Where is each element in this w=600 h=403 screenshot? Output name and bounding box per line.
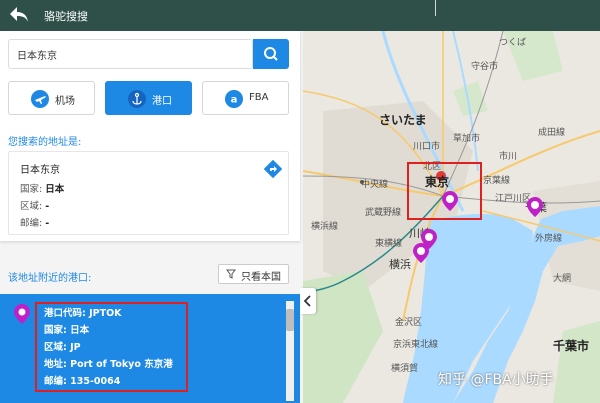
port-region-line: 区域: JP <box>44 339 81 353</box>
search-input[interactable] <box>8 39 253 69</box>
search-card: 机场 港口 a FBA 您搜索的地址是: 日本东京 国家: 日本 <box>0 31 300 241</box>
port-postcode-label: 邮编: <box>44 376 67 387</box>
address-region-line: 区域: - <box>20 198 49 212</box>
map-label-kanazawa: 金沢区 <box>395 318 423 328</box>
address-name: 日本东京 <box>20 165 60 176</box>
app-title: 骆驼搜搜 <box>44 10 88 23</box>
tab-port[interactable]: 港口 <box>105 81 192 115</box>
map-label-yokohama: 横浜 <box>389 258 411 271</box>
tab-fba[interactable]: a FBA <box>202 81 289 115</box>
map-label-yokohama-line: 横浜線 <box>311 222 339 232</box>
tab-airport-label: 机场 <box>55 96 75 107</box>
port-region-value: JP <box>70 342 81 353</box>
port-pin-icon[interactable] <box>442 191 458 211</box>
nearby-ports-heading: 该地址附近的港口: <box>8 273 92 284</box>
address-heading: 您搜索的地址是: <box>8 137 82 148</box>
address-postcode-line: 邮编: - <box>20 215 49 229</box>
port-code-value: JPTOK <box>89 308 122 319</box>
tab-fba-label: FBA <box>249 92 269 103</box>
map-label-moriya: 守谷市 <box>471 62 499 72</box>
chevron-left-icon <box>303 295 311 307</box>
port-postcode-value: 135-0064 <box>70 376 121 387</box>
map-label-keihin: 京浜東北線 <box>393 340 439 350</box>
map-label-saitama: さいたま <box>379 113 427 127</box>
map-label-keiyo: 京葉線 <box>483 176 511 186</box>
map-label-musashino: 武蔵野線 <box>365 208 402 218</box>
postcode-label: 邮编: <box>20 218 43 229</box>
tab-airport[interactable]: 机场 <box>8 81 95 115</box>
port-code-label: 港口代码: <box>44 308 86 319</box>
port-postcode-line: 邮编: 135-0064 <box>44 373 120 387</box>
search-icon <box>264 47 278 61</box>
domestic-only-label: 只看本国 <box>241 272 281 283</box>
map-label-ichikawa: 市川 <box>499 152 518 162</box>
region-value: - <box>45 201 50 212</box>
map-label-yokosuka: 横須賀 <box>391 364 419 374</box>
tab-port-label: 港口 <box>152 96 172 107</box>
address-card: 日本东京 国家: 日本 区域: - 邮编: - <box>8 151 289 235</box>
postcode-value: - <box>45 218 50 229</box>
port-region-label: 区域: <box>44 342 67 353</box>
country-value: 日本 <box>45 184 65 195</box>
port-result-card[interactable]: 港口代码: JPTOK 国家: 日本 区域: JP 地址: Port of To… <box>0 294 300 403</box>
port-address-value: Port of Tokyo 东京港 <box>70 359 173 370</box>
scrollbar-thumb[interactable] <box>286 309 294 331</box>
back-arrow-icon[interactable] <box>8 5 30 25</box>
map-label-narita: 成田線 <box>538 128 566 138</box>
port-code-line: 港口代码: JPTOK <box>44 305 122 319</box>
map-label-toyoko: 東横線 <box>375 239 403 249</box>
svg-text:a: a <box>231 95 238 106</box>
location-pin-icon <box>14 304 30 324</box>
port-country-label: 国家: <box>44 325 67 336</box>
map-label-soka: 草加市 <box>453 134 481 144</box>
window-divider <box>435 0 436 16</box>
domestic-only-button[interactable]: 只看本国 <box>218 264 289 284</box>
amazon-icon: a <box>225 90 243 108</box>
port-address-label: 地址: <box>44 359 67 370</box>
map-label-sotobo: 外房線 <box>535 234 563 244</box>
map-label-oami: 大網 <box>553 274 572 284</box>
airplane-icon <box>31 90 49 108</box>
anchor-icon <box>128 90 146 108</box>
map-label-kawaguchi: 川口市 <box>413 142 441 152</box>
filter-icon <box>226 269 236 279</box>
collapse-panel-button[interactable] <box>300 288 316 314</box>
title-bar: 骆驼搜搜 <box>0 0 600 31</box>
search-button[interactable] <box>253 39 289 69</box>
search-panel: 机场 港口 a FBA 您搜索的地址是: 日本东京 国家: 日本 <box>0 31 303 403</box>
port-country-line: 国家: 日本 <box>44 322 89 336</box>
port-address-line: 地址: Port of Tokyo 东京港 <box>44 356 173 370</box>
map-label-tsukuba: つくば <box>499 38 527 48</box>
map-view[interactable]: つくば 守谷市 さいたま 川口市 草加市 北区 中央線 東京 京葉線 江戸川区 … <box>303 31 600 403</box>
region-label: 区域: <box>20 201 43 212</box>
port-country-value: 日本 <box>70 325 90 336</box>
address-country-line: 国家: 日本 <box>20 181 64 195</box>
country-label: 国家: <box>20 184 43 195</box>
watermark: 知乎 @FBA小助手 <box>438 372 554 388</box>
results-scrollbar[interactable] <box>286 301 294 401</box>
port-pin-icon[interactable] <box>527 197 543 217</box>
map-label-chiba-city: 千葉市 <box>553 339 590 353</box>
map-label-chuo-line: 中央線 <box>361 180 389 190</box>
port-pin-icon[interactable] <box>413 243 429 263</box>
directions-icon[interactable] <box>264 160 282 178</box>
